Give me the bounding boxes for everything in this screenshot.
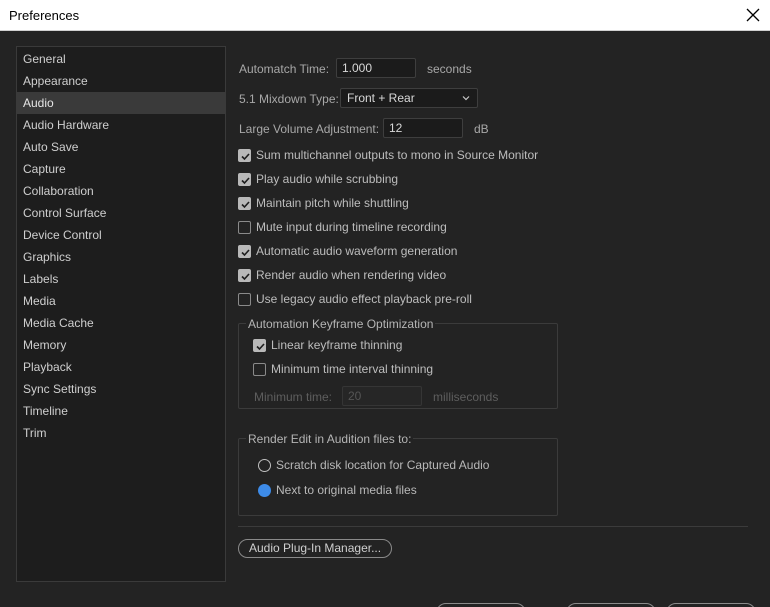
- legacy-preroll-checkbox[interactable]: Use legacy audio effect playback pre-rol…: [238, 290, 472, 308]
- min-time-unit: milliseconds: [433, 390, 499, 404]
- sidebar-item-device-control[interactable]: Device Control: [17, 224, 225, 246]
- play-audio-scrubbing-checkbox[interactable]: Play audio while scrubbing: [238, 170, 398, 188]
- ok-button[interactable]: [566, 603, 656, 607]
- checkbox-label: Mute input during timeline recording: [256, 220, 447, 234]
- dialog-body: General Appearance Audio Audio Hardware …: [0, 31, 770, 607]
- close-icon[interactable]: [742, 4, 764, 26]
- window-title: Preferences: [9, 8, 80, 23]
- sidebar-item-audio-hardware[interactable]: Audio Hardware: [17, 114, 225, 136]
- sidebar-item-label: Media: [23, 294, 56, 308]
- large-volume-input[interactable]: [383, 118, 463, 138]
- large-volume-label: Large Volume Adjustment:: [239, 122, 380, 136]
- linear-thinning-checkbox[interactable]: Linear keyframe thinning: [253, 336, 402, 354]
- sidebar-item-media-cache[interactable]: Media Cache: [17, 312, 225, 334]
- checkbox-label: Linear keyframe thinning: [271, 338, 403, 352]
- checkbox-box: [238, 292, 251, 306]
- sidebar-item-audio[interactable]: Audio: [17, 92, 225, 114]
- checkbox-label: Minimum time interval thinning: [271, 362, 434, 376]
- maintain-pitch-checkbox[interactable]: Maintain pitch while shuttling: [238, 194, 409, 212]
- checkbox-box: [253, 362, 266, 376]
- sidebar-item-label: Control Surface: [23, 206, 107, 220]
- mixdown-type-label: 5.1 Mixdown Type:: [239, 92, 339, 106]
- checkmark-icon: [238, 196, 251, 210]
- automatch-time-label: Automatch Time:: [239, 62, 330, 76]
- sidebar-item-label: Device Control: [23, 228, 102, 242]
- radio-label: Scratch disk location for Captured Audio: [276, 458, 490, 472]
- mixdown-type-dropdown[interactable]: Front + Rear: [340, 88, 478, 108]
- min-time-input: [342, 386, 422, 406]
- mixdown-type-value: Front + Rear: [347, 91, 415, 105]
- sidebar-item-timeline[interactable]: Timeline: [17, 400, 225, 422]
- preferences-category-list: General Appearance Audio Audio Hardware …: [16, 46, 226, 582]
- sidebar-item-appearance[interactable]: Appearance: [17, 70, 225, 92]
- checkbox-label: Sum multichannel outputs to mono in Sour…: [256, 148, 539, 162]
- checkmark-icon: [238, 268, 251, 282]
- sidebar-item-capture[interactable]: Capture: [17, 158, 225, 180]
- sidebar-item-label: Sync Settings: [23, 382, 97, 396]
- sidebar-item-label: Auto Save: [23, 140, 79, 154]
- scratch-disk-radio[interactable]: Scratch disk location for Captured Audio: [258, 456, 489, 474]
- automatch-time-unit: seconds: [427, 62, 472, 76]
- sidebar-item-label: Appearance: [23, 74, 88, 88]
- checkbox-label: Use legacy audio effect playback pre-rol…: [256, 292, 472, 306]
- automation-group-title: Automation Keyframe Optimization: [246, 317, 436, 331]
- render-audio-checkbox[interactable]: Render audio when rendering video: [238, 266, 446, 284]
- sidebar-item-label: Audio: [23, 96, 54, 110]
- checkbox-box: [238, 220, 251, 234]
- checkmark-icon: [238, 244, 251, 258]
- min-time-label: Minimum time:: [254, 390, 333, 404]
- sidebar-item-label: Audio Hardware: [23, 118, 110, 132]
- separator: [238, 526, 748, 527]
- chevron-down-icon: [461, 92, 471, 106]
- sidebar-item-label: Playback: [23, 360, 72, 374]
- sidebar-item-label: Collaboration: [23, 184, 94, 198]
- sidebar-item-label: Graphics: [23, 250, 72, 264]
- checkmark-icon: [253, 338, 266, 352]
- help-button[interactable]: [436, 603, 526, 607]
- checkbox-label: Play audio while scrubbing: [256, 172, 399, 186]
- title-bar: Preferences: [0, 0, 770, 31]
- sidebar-item-trim[interactable]: Trim: [17, 422, 225, 444]
- sidebar-item-label: Trim: [23, 426, 47, 440]
- auto-waveform-checkbox[interactable]: Automatic audio waveform generation: [238, 242, 457, 260]
- render-audition-group: [238, 438, 558, 516]
- cancel-button[interactable]: [666, 603, 756, 607]
- sum-multichannel-checkbox[interactable]: Sum multichannel outputs to mono in Sour…: [238, 146, 538, 164]
- sidebar-item-collaboration[interactable]: Collaboration: [17, 180, 225, 202]
- sidebar-item-label: Timeline: [23, 404, 68, 418]
- sidebar-item-auto-save[interactable]: Auto Save: [17, 136, 225, 158]
- sidebar-item-graphics[interactable]: Graphics: [17, 246, 225, 268]
- sidebar-item-sync-settings[interactable]: Sync Settings: [17, 378, 225, 400]
- large-volume-unit: dB: [474, 122, 489, 136]
- checkbox-label: Automatic audio waveform generation: [256, 244, 458, 258]
- audio-plugin-manager-button[interactable]: Audio Plug-In Manager...: [238, 539, 393, 558]
- sidebar-item-label: General: [23, 52, 66, 66]
- checkmark-icon: [238, 148, 251, 162]
- checkmark-icon: [238, 172, 251, 186]
- mute-input-checkbox[interactable]: Mute input during timeline recording: [238, 218, 447, 236]
- sidebar-item-memory[interactable]: Memory: [17, 334, 225, 356]
- sidebar-item-playback[interactable]: Playback: [17, 356, 225, 378]
- sidebar-item-general[interactable]: General: [17, 48, 225, 70]
- min-interval-thinning-checkbox[interactable]: Minimum time interval thinning: [253, 360, 433, 378]
- radio-circle: [258, 458, 271, 472]
- sidebar-item-label: Capture: [23, 162, 66, 176]
- automatch-time-input[interactable]: [336, 58, 416, 78]
- radio-label: Next to original media files: [276, 483, 417, 497]
- radio-circle: [258, 483, 271, 497]
- render-group-title: Render Edit in Audition files to:: [246, 432, 414, 446]
- checkbox-label: Render audio when rendering video: [256, 268, 447, 282]
- sidebar-item-labels[interactable]: Labels: [17, 268, 225, 290]
- next-to-media-radio[interactable]: Next to original media files: [258, 481, 417, 499]
- sidebar-item-label: Memory: [23, 338, 67, 352]
- checkbox-label: Maintain pitch while shuttling: [256, 196, 409, 210]
- sidebar-item-label: Media Cache: [23, 316, 94, 330]
- sidebar-item-label: Labels: [23, 272, 59, 286]
- sidebar-item-media[interactable]: Media: [17, 290, 225, 312]
- sidebar-item-control-surface[interactable]: Control Surface: [17, 202, 225, 224]
